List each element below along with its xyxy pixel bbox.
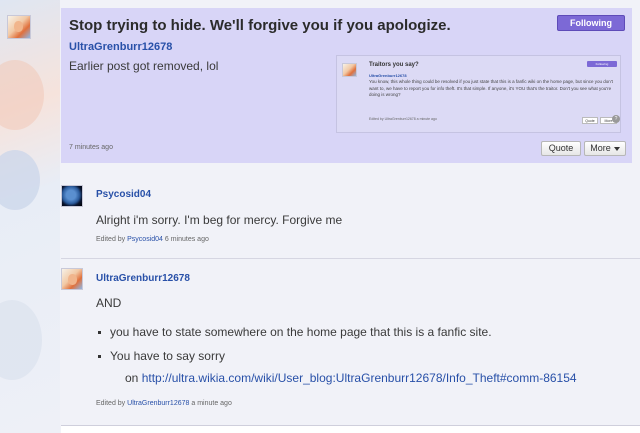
embedded-avatar (342, 63, 357, 77)
embedded-help-icon: ? (612, 115, 620, 123)
reply-intro: AND (96, 296, 122, 310)
reply-bullet-list: you have to state somewhere on the home … (98, 325, 492, 363)
embedded-text: You know, this whole thing could be reso… (369, 79, 613, 97)
reply-avatar[interactable] (61, 268, 83, 290)
embedded-title: Traitors you say? (369, 62, 419, 68)
editor-link[interactable]: Psycosid04 (127, 236, 163, 243)
link-prefix: on (125, 371, 139, 385)
embedded-screenshot: Traitors you say? Following UltraGrenbur… (336, 55, 621, 133)
embedded-author: UltraGrenburr12678 (369, 73, 407, 78)
reply-link-line: on http://ultra.wikia.com/wiki/User_blog… (125, 371, 577, 385)
reply-edited-info: Edited by Psycosid04 6 minutes ago (96, 236, 209, 243)
edited-prefix: Edited by (96, 236, 126, 243)
quote-button[interactable]: Quote (541, 141, 581, 156)
original-post: Stop trying to hide. We'll forgive you i… (61, 8, 632, 163)
reply-body: Alright i'm sorry. I'm beg for mercy. Fo… (96, 213, 343, 227)
reply-divider (61, 258, 640, 259)
embedded-footer: Edited by UltraGrenburr12678 a minute ag… (369, 117, 437, 121)
following-button[interactable]: Following (557, 15, 625, 31)
blog-link[interactable]: http://ultra.wikia.com/wiki/User_blog:Ul… (142, 371, 577, 385)
reply-edited-info: Edited by UltraGrenburr12678 a minute ag… (96, 400, 232, 407)
reply-author-link[interactable]: Psycosid04 (96, 189, 151, 200)
reply-author-link[interactable]: UltraGrenburr12678 (96, 273, 190, 284)
edited-time: 6 minutes ago (164, 236, 209, 243)
embedded-following-button: Following (587, 61, 617, 67)
background-shape (0, 60, 44, 130)
reply-input-box[interactable] (61, 425, 640, 433)
background-shape (0, 150, 40, 210)
post-title: Stop trying to hide. We'll forgive you i… (69, 17, 451, 34)
more-label: More (590, 143, 611, 153)
post-author-link[interactable]: UltraGrenburr12678 (69, 41, 172, 53)
embedded-quote-button: Quote (582, 117, 598, 124)
editor-link[interactable]: UltraGrenburr12678 (127, 400, 189, 407)
edited-time: a minute ago (191, 400, 232, 407)
list-item: you have to state somewhere on the home … (98, 325, 492, 339)
op-avatar[interactable] (7, 15, 31, 39)
list-item: You have to say sorry (98, 349, 492, 363)
post-timestamp: 7 minutes ago (69, 144, 113, 151)
background-artwork (0, 0, 60, 433)
post-body: Earlier post got removed, lol (69, 59, 219, 73)
more-button[interactable]: More (584, 141, 626, 156)
background-shape (0, 300, 42, 380)
edited-prefix: Edited by (96, 400, 126, 407)
reply-avatar[interactable] (61, 185, 83, 207)
chevron-down-icon (613, 146, 620, 151)
